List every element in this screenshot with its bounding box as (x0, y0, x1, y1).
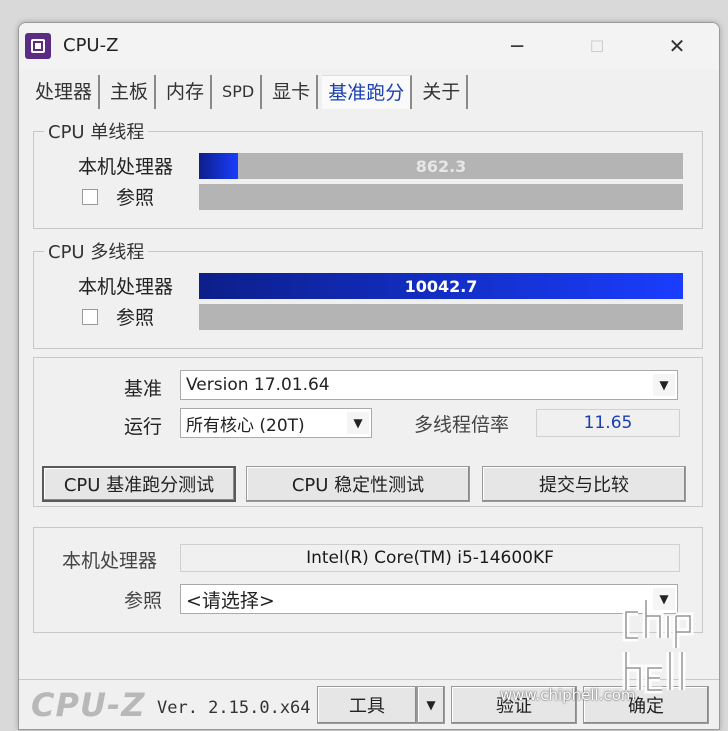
tab-mainboard[interactable]: 主板 (104, 75, 157, 109)
threads-value: 所有核心 (20T) (186, 415, 305, 436)
chevron-down-icon[interactable]: ▼ (653, 374, 675, 396)
maximize-button[interactable]: ☐ (577, 29, 617, 63)
stress-cpu-button[interactable]: CPU 稳定性测试 (246, 466, 470, 502)
tab-bar: 处理器 主板 内存 SPD 显卡 基准跑分 关于 (29, 75, 472, 109)
benchmark-version-select[interactable]: Version 17.01.64 ▼ (180, 370, 678, 400)
single-this-cpu-score: 862.3 (415, 156, 467, 176)
single-thread-group: CPU 单线程 本机处理器 862.3 参照 (33, 118, 703, 229)
reference-cpu-select[interactable]: <请选择> ▼ (180, 584, 678, 614)
multi-reference-bar (199, 304, 683, 330)
reference-cpu-value: <请选择> (186, 589, 275, 612)
window-title: CPU-Z (63, 35, 119, 56)
cpu-info-group: 本机处理器 Intel(R) Core(TM) i5-14600KF 参照 <请… (33, 527, 703, 633)
multi-this-cpu-bar: 10042.7 (199, 273, 683, 299)
info-this-cpu-label: 本机处理器 (62, 550, 158, 572)
single-this-cpu-label: 本机处理器 (78, 156, 174, 178)
submit-compare-button[interactable]: 提交与比较 (482, 466, 686, 502)
single-reference-bar (199, 184, 683, 210)
chevron-down-icon: ▼ (426, 698, 436, 712)
threads-select[interactable]: 所有核心 (20T) ▼ (180, 408, 372, 438)
benchmark-version-value: Version 17.01.64 (186, 375, 330, 395)
multi-thread-group: CPU 多线程 本机处理器 10042.7 参照 (33, 238, 703, 349)
bench-cpu-button[interactable]: CPU 基准跑分测试 (42, 466, 236, 502)
benchmark-label: 基准 (124, 378, 163, 400)
mt-ratio-label: 多线程倍率 (414, 414, 510, 436)
info-this-cpu-value: Intel(R) Core(TM) i5-14600KF (180, 544, 680, 572)
tab-memory[interactable]: 内存 (160, 75, 213, 109)
cpuz-logo: CPU-Z (31, 686, 146, 724)
cpuz-app-icon (25, 33, 51, 59)
tab-graphics[interactable]: 显卡 (266, 75, 319, 109)
tab-bench[interactable]: 基准跑分 (322, 75, 413, 109)
minimize-button[interactable]: ─ (497, 29, 537, 63)
close-button[interactable]: ✕ (657, 29, 697, 63)
tab-processor[interactable]: 处理器 (29, 75, 101, 109)
multi-reference-label: 参照 (116, 307, 155, 329)
multi-this-cpu-label: 本机处理器 (78, 276, 174, 298)
multi-reference-checkbox[interactable] (82, 309, 98, 325)
single-this-cpu-bar: 862.3 (199, 153, 683, 179)
cpuz-window: CPU-Z ─ ☐ ✕ 处理器 主板 内存 SPD 显卡 基准跑分 关于 CPU… (18, 22, 720, 730)
tab-about[interactable]: 关于 (416, 75, 469, 109)
watermark-url: www.chiphell.com (500, 686, 636, 704)
run-label: 运行 (124, 416, 163, 438)
tab-spd[interactable]: SPD (216, 75, 263, 109)
title-bar: CPU-Z ─ ☐ ✕ (19, 23, 719, 69)
version-text: Ver. 2.15.0.x64 (157, 698, 311, 718)
tools-button[interactable]: 工具 (317, 686, 417, 724)
tools-dropdown-button[interactable]: ▼ (417, 686, 445, 724)
multi-this-cpu-score: 10042.7 (404, 276, 478, 296)
multi-thread-title: CPU 多线程 (44, 238, 149, 264)
info-reference-label: 参照 (124, 590, 163, 612)
single-reference-checkbox[interactable] (82, 189, 98, 205)
bench-settings-group: 基准 Version 17.01.64 ▼ 运行 所有核心 (20T) ▼ 多线… (33, 357, 703, 507)
single-reference-label: 参照 (116, 187, 155, 209)
chevron-down-icon[interactable]: ▼ (347, 412, 369, 434)
mt-ratio-value: 11.65 (536, 409, 680, 437)
single-thread-title: CPU 单线程 (44, 118, 149, 144)
